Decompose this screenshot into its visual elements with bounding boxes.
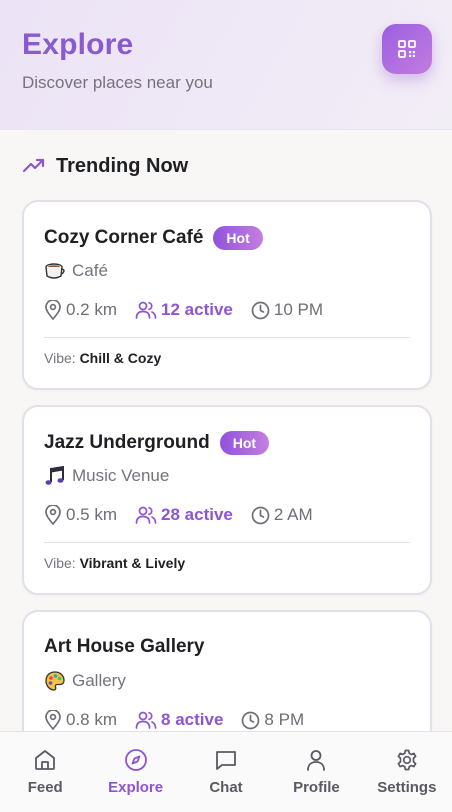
nav-item-explore[interactable]: Explore: [90, 732, 180, 812]
active-count: 8 active: [135, 710, 223, 730]
distance-value: 0.8 km: [66, 710, 118, 729]
distance: 0.8 km: [44, 710, 117, 730]
venue-meta: 0.8 km 8 active 8 PM: [44, 710, 322, 730]
compass-icon: [123, 747, 149, 773]
gear-icon: [394, 747, 420, 773]
active-count: 28 active: [135, 505, 233, 525]
venue-type: Music Venue: [72, 466, 170, 485]
closing-time: 10 PM: [251, 300, 323, 320]
distance: 0.5 km: [44, 505, 117, 525]
vibe: Vibe: Vibrant & Lively: [44, 555, 185, 571]
vibe-value: Vibrant & Lively: [79, 555, 186, 571]
nav-item-settings[interactable]: Settings: [362, 732, 452, 812]
venue-name: Art House Gallery: [44, 636, 205, 657]
nav-label: Feed: [27, 779, 63, 796]
vibe: Vibe: Chill & Cozy: [44, 350, 161, 366]
qr-code-button[interactable]: [382, 24, 432, 74]
nav-label: Chat: [209, 779, 243, 796]
music-notes-icon: [44, 465, 66, 487]
closing-time: 2 AM: [251, 505, 313, 525]
header: Explore Discover places near you: [0, 0, 452, 130]
users-icon: [135, 301, 157, 319]
map-pin-icon: [45, 300, 61, 320]
chat-bubble-icon: [213, 747, 239, 773]
vibe-label: Vibe:: [44, 350, 76, 366]
nav-label: Explore: [108, 779, 164, 796]
active-value: 12 active: [161, 300, 233, 319]
active-value: 28 active: [161, 505, 233, 524]
venue-type: Gallery: [72, 671, 126, 690]
home-icon: [32, 747, 58, 773]
palette-icon: [44, 670, 66, 692]
nav-item-feed[interactable]: Feed: [0, 732, 90, 812]
venue-meta: 0.2 km 12 active 10 PM: [44, 300, 341, 320]
vibe-label: Vibe:: [44, 555, 76, 571]
qr-code-icon: [398, 40, 416, 58]
vibe-value: Chill & Cozy: [79, 350, 162, 366]
nav-item-profile[interactable]: Profile: [271, 732, 361, 812]
nav-label: Settings: [377, 779, 437, 796]
venue-name: Jazz Underground: [44, 432, 210, 453]
coffee-cup-icon: [44, 260, 66, 282]
distance-value: 0.2 km: [66, 300, 118, 319]
divider: [44, 542, 410, 543]
active-value: 8 active: [161, 710, 224, 729]
users-icon: [135, 506, 157, 524]
clock-icon: [251, 506, 270, 524]
hours-value: 8 PM: [264, 710, 305, 729]
section-title: Trending Now: [56, 154, 189, 177]
map-pin-icon: [45, 710, 61, 730]
distance-value: 0.5 km: [66, 505, 118, 524]
active-count: 12 active: [135, 300, 233, 320]
users-icon: [135, 711, 157, 729]
hot-badge: Hot: [213, 226, 263, 250]
hot-badge: Hot: [219, 431, 270, 455]
venue-card[interactable]: Cozy Corner Café Hot Café 0.2 km 12 acti…: [22, 200, 432, 390]
clock-icon: [242, 711, 260, 729]
nav-item-chat[interactable]: Chat: [181, 732, 271, 812]
venue-meta: 0.5 km 28 active 2 AM: [44, 505, 331, 525]
divider: [44, 337, 410, 338]
closing-time: 8 PM: [241, 710, 304, 730]
map-pin-icon: [45, 505, 61, 525]
hours-value: 10 PM: [273, 300, 324, 319]
nav-label: Profile: [293, 779, 340, 796]
page-title: Explore: [22, 28, 134, 61]
clock-icon: [251, 301, 270, 319]
bottom-nav: Feed Explore Chat Profile Settings: [0, 731, 452, 812]
venue-name: Cozy Corner Café: [44, 227, 204, 248]
distance: 0.2 km: [44, 300, 117, 320]
section-heading-trending: Trending Now: [22, 152, 188, 180]
hours-value: 2 AM: [273, 505, 313, 524]
venue-type: Café: [72, 261, 108, 280]
venue-card[interactable]: Jazz Underground Hot Music Venue 0.5 km …: [22, 405, 432, 595]
person-icon: [303, 747, 329, 773]
trending-up-icon: [22, 158, 45, 173]
page-subtitle: Discover places near you: [22, 73, 213, 92]
